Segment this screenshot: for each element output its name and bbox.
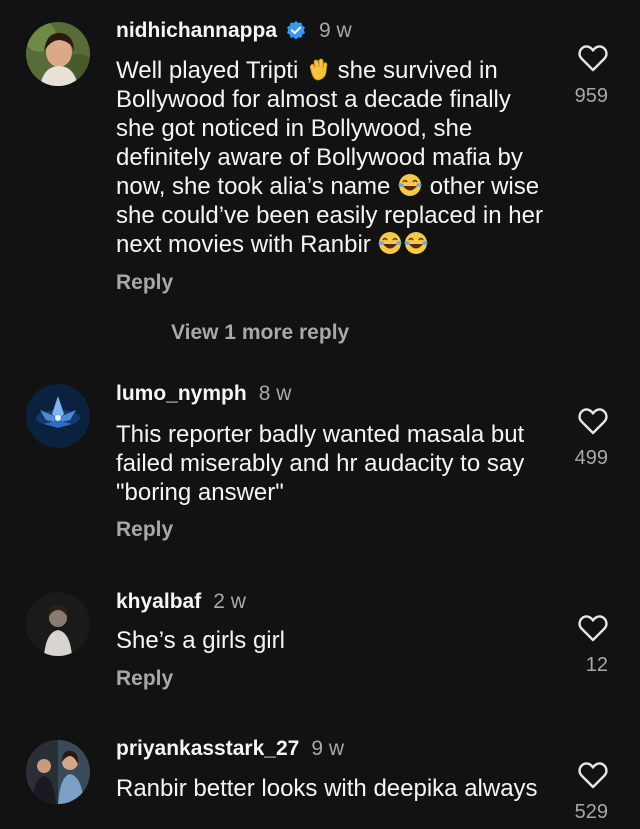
comment-meta: priyankasstark_27 9 w [116, 737, 344, 761]
heart-outline-icon [578, 615, 608, 642]
heart-outline-icon [578, 45, 608, 72]
comment-text-part: Well played Tripti [116, 57, 305, 84]
reply-button[interactable]: Reply [116, 518, 173, 542]
timestamp: 9 w [319, 19, 352, 42]
comment-meta: nidhichannappa 9 w [116, 19, 352, 43]
timestamp: 9 w [311, 737, 344, 760]
timestamp: 8 w [258, 382, 292, 405]
like-button[interactable] [578, 407, 608, 435]
username[interactable]: nidhichannappa [116, 19, 277, 43]
like-button[interactable] [578, 761, 608, 789]
like-count: 499 [574, 447, 608, 469]
like-button[interactable] [578, 614, 608, 642]
reply-button[interactable]: Reply [116, 667, 173, 691]
username[interactable]: lumo_nymph [116, 382, 247, 406]
avatar[interactable] [26, 384, 90, 448]
like-count: 529 [574, 801, 608, 823]
comment-text: She’s a girls girl [116, 627, 285, 654]
heart-outline-icon [578, 408, 608, 435]
username[interactable]: khyalbaf [116, 590, 201, 614]
avatar[interactable] [26, 592, 90, 656]
comment-text: This reporter badly wanted masala but fa… [116, 421, 525, 506]
heart-outline-icon [578, 762, 608, 789]
comment-text: Ranbir better looks with deepika always [116, 775, 538, 802]
comment-meta: khyalbaf 2 w [116, 590, 246, 614]
like-button[interactable] [578, 44, 608, 72]
tears-of-joy-emoji [377, 230, 403, 256]
waving-hand-emoji [305, 56, 331, 82]
comment-text: Well played Tripti she survived in Bolly… [116, 56, 546, 259]
verified-badge-icon [285, 20, 307, 42]
comment-meta: lumo_nymph 8 w [116, 382, 291, 406]
timestamp: 2 w [213, 590, 246, 613]
username[interactable]: priyankasstark_27 [116, 737, 299, 761]
avatar[interactable] [26, 22, 90, 86]
avatar[interactable] [26, 740, 90, 804]
reply-button[interactable]: Reply [116, 271, 173, 295]
like-count: 12 [585, 654, 608, 676]
like-count: 959 [574, 85, 608, 107]
tears-of-joy-emoji [403, 230, 429, 256]
tears-of-joy-emoji [397, 172, 423, 198]
view-more-replies-button[interactable]: View 1 more reply [171, 321, 349, 345]
